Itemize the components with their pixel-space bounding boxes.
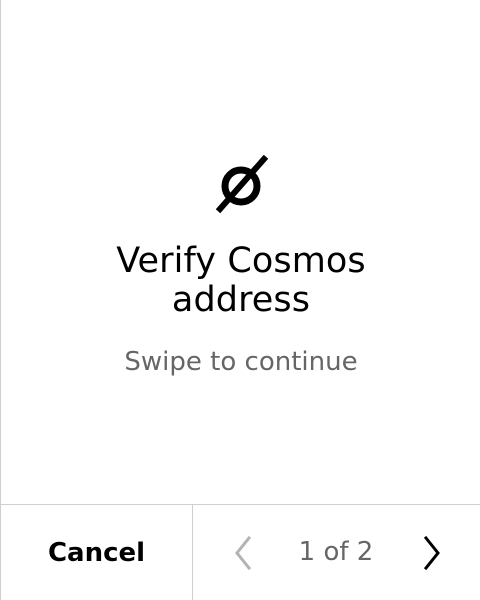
swipe-instruction: Swipe to continue	[124, 347, 358, 377]
next-page-button[interactable]	[416, 535, 446, 571]
cancel-button[interactable]: Cancel	[1, 505, 193, 600]
chevron-left-icon	[235, 535, 252, 571]
main-content: Verify Cosmos address Swipe to continue	[1, 0, 480, 504]
page-indicator: 1 of 2	[298, 537, 374, 567]
previous-page-button[interactable]	[229, 535, 259, 571]
page-title: Verify Cosmos address	[116, 241, 366, 320]
verify-address-screen: Verify Cosmos address Swipe to continue …	[0, 0, 480, 600]
pagination-control: 1 of 2	[194, 505, 480, 600]
footer-navigation: Cancel 1 of 2	[1, 504, 480, 600]
chevron-right-icon	[423, 535, 440, 571]
empty-set-icon	[206, 154, 276, 217]
